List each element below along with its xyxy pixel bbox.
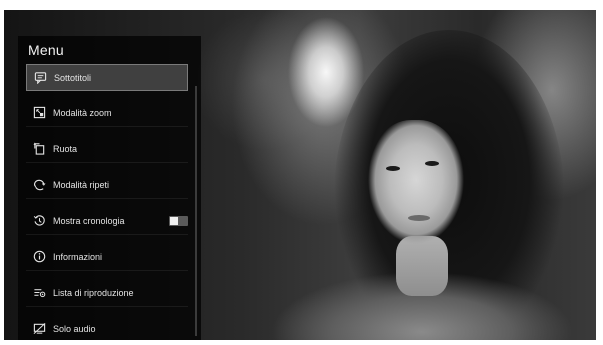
audio-only-icon: [33, 322, 46, 335]
video-subject-lips: [408, 215, 430, 221]
history-icon: [33, 214, 46, 227]
menu-item-label: Modalità zoom: [53, 107, 112, 118]
menu-item-repeat-mode[interactable]: Modalità ripeti: [26, 171, 188, 199]
menu-title: Menu: [28, 42, 64, 58]
video-subject-eye-right: [425, 161, 439, 166]
menu-item-rotate[interactable]: Ruota: [26, 135, 188, 163]
repeat-icon: [33, 178, 46, 191]
menu-list: Sottotitoli Modalità zoom Ruota Modalità…: [26, 64, 188, 340]
playlist-icon: [33, 286, 46, 299]
menu-item-audio-only[interactable]: Solo audio: [26, 315, 188, 340]
menu-item-zoom-mode[interactable]: Modalità zoom: [26, 99, 188, 127]
menu-item-label: Mostra cronologia: [53, 215, 125, 226]
subtitles-icon: [34, 71, 47, 84]
menu-item-information[interactable]: Informazioni: [26, 243, 188, 271]
menu-item-playlist[interactable]: Lista di riproduzione: [26, 279, 188, 307]
menu-item-subtitles[interactable]: Sottotitoli: [26, 64, 188, 91]
video-player-screen[interactable]: Menu Sottotitoli Modalità zoom Ruota Mod…: [4, 10, 596, 340]
history-toggle[interactable]: [169, 216, 188, 226]
video-subject-face: [366, 120, 464, 248]
menu-scrollbar[interactable]: [195, 86, 197, 336]
menu-item-show-history[interactable]: Mostra cronologia: [26, 207, 188, 235]
menu-item-label: Modalità ripeti: [53, 179, 110, 190]
menu-item-label: Lista di riproduzione: [53, 287, 134, 298]
menu-item-label: Solo audio: [53, 323, 96, 334]
menu-item-label: Ruota: [53, 143, 78, 154]
menu-item-label: Sottotitoli: [54, 72, 92, 83]
info-icon: [33, 250, 46, 263]
zoom-mode-icon: [33, 106, 46, 119]
options-menu-panel: Menu Sottotitoli Modalità zoom Ruota Mod…: [18, 36, 201, 340]
rotate-icon: [33, 142, 46, 155]
toggle-knob: [170, 217, 178, 225]
menu-item-label: Informazioni: [53, 251, 103, 262]
video-subject-eye-left: [386, 166, 400, 171]
